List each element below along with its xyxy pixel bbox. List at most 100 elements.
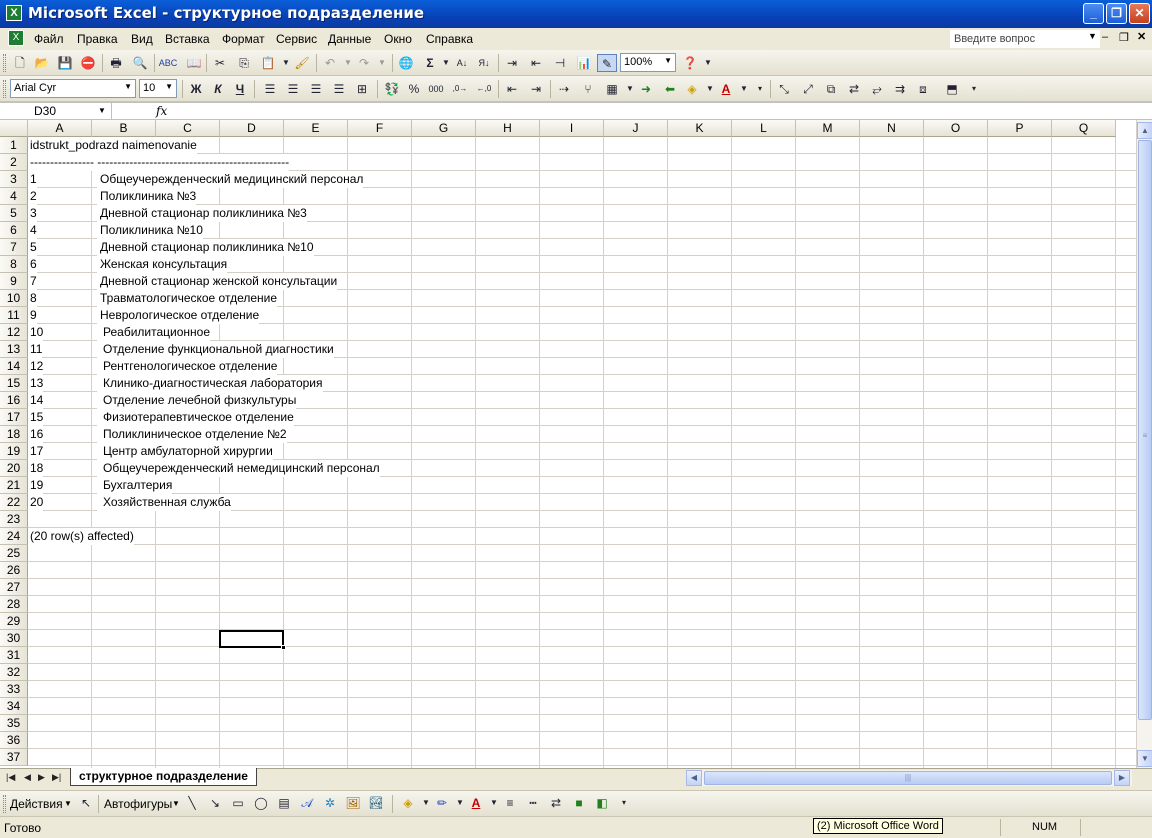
shape-tool-5-icon[interactable]: ⥂ xyxy=(867,80,887,98)
row-header-3[interactable]: 3 xyxy=(0,171,28,188)
print-icon[interactable]: 🖶 xyxy=(106,54,126,72)
align-left-icon[interactable]: ☰ xyxy=(260,80,280,98)
cell-name[interactable]: Рентгенологическое отделение xyxy=(97,358,278,375)
actions-dropdown-icon[interactable]: ▼ xyxy=(64,799,72,808)
row-header-31[interactable]: 31 xyxy=(0,647,28,664)
cell-id[interactable]: 13 xyxy=(28,375,44,392)
autoshapes-dropdown-icon[interactable]: ▼ xyxy=(172,799,180,808)
toolbar-options-2-icon[interactable]: ▾ xyxy=(964,80,984,98)
arrow-tool-icon[interactable]: ↘ xyxy=(205,794,225,812)
align-right-icon[interactable]: ☰ xyxy=(306,80,326,98)
cell-id[interactable]: 15 xyxy=(28,409,44,426)
cell-id[interactable]: 7 xyxy=(28,273,37,290)
copy-icon[interactable]: ⎘ xyxy=(234,54,254,72)
redo-dropdown-icon[interactable]: ▼ xyxy=(372,54,392,72)
prev-sheet-icon[interactable]: ◀ xyxy=(24,772,31,783)
select-all-corner[interactable] xyxy=(0,120,28,137)
column-header-q[interactable]: Q xyxy=(1052,120,1116,137)
cell-name[interactable]: Бухгалтерия xyxy=(97,477,173,494)
help-dropdown-icon[interactable]: ▼ xyxy=(1088,31,1097,41)
row-header-12[interactable]: 12 xyxy=(0,324,28,341)
column-header-p[interactable]: P xyxy=(988,120,1052,137)
align-center-icon[interactable]: ☰ xyxy=(283,80,303,98)
column-header-d[interactable]: D xyxy=(220,120,284,137)
format-painter-icon[interactable]: 🖌 xyxy=(292,54,312,72)
select-objects-icon[interactable]: ↖ xyxy=(76,794,96,812)
cell-id[interactable]: 11 xyxy=(28,341,43,358)
zoom-select[interactable]: 100% ▼ xyxy=(620,53,676,72)
rectangle-tool-icon[interactable]: ▭ xyxy=(228,794,248,812)
column-header-a[interactable]: A xyxy=(28,120,92,137)
cell-id[interactable]: 19 xyxy=(28,477,44,494)
oval-tool-icon[interactable]: ◯ xyxy=(251,794,271,812)
row-header-14[interactable]: 14 xyxy=(0,358,28,375)
row-header-23[interactable]: 23 xyxy=(0,511,28,528)
next-sheet-icon[interactable]: ▶ xyxy=(38,772,45,783)
draw-actions-menu[interactable]: Действия xyxy=(10,797,63,811)
row-header-26[interactable]: 26 xyxy=(0,562,28,579)
cell-name[interactable]: Женская консультация xyxy=(97,256,228,273)
cell-id[interactable]: 2 xyxy=(28,188,37,205)
3d-style-icon[interactable]: ◧ xyxy=(592,794,612,812)
font-name-dropdown-icon[interactable]: ▼ xyxy=(124,82,132,91)
shape-tool-1-icon[interactable]: ⤡ xyxy=(774,80,794,98)
column-header-h[interactable]: H xyxy=(476,120,540,137)
line-style-icon[interactable]: ≡ xyxy=(500,794,520,812)
trace-dependents-icon[interactable]: ⇤ xyxy=(526,54,546,72)
cell-name[interactable]: Центр амбулаторной хирургии xyxy=(97,443,273,460)
doc-minimize-icon[interactable]: ‒ xyxy=(1102,31,1108,43)
cell-name[interactable]: Отделение лечебной физкультуры xyxy=(97,392,297,409)
menu-data[interactable]: Данные xyxy=(328,32,371,46)
row-header-30[interactable]: 30 xyxy=(0,630,28,647)
menu-tools[interactable]: Сервис xyxy=(276,32,317,46)
draw-font-color-icon[interactable]: A xyxy=(466,794,486,812)
bold-button[interactable]: Ж xyxy=(186,80,206,98)
spelling-icon[interactable]: ABC xyxy=(158,54,178,72)
row-header-16[interactable]: 16 xyxy=(0,392,28,409)
row-header-7[interactable]: 7 xyxy=(0,239,28,256)
drawing-options-icon[interactable]: ▾ xyxy=(614,794,634,812)
line-tool-icon[interactable]: ╲ xyxy=(182,794,202,812)
percent-button[interactable]: % xyxy=(404,80,424,98)
row-header-34[interactable]: 34 xyxy=(0,698,28,715)
decrease-decimal-icon[interactable]: ←,0 xyxy=(474,80,494,98)
insert-picture-icon[interactable]: 🏞 xyxy=(366,794,386,812)
justify-icon[interactable]: ☰ xyxy=(329,80,349,98)
toolbar-options-icon[interactable]: ▾ xyxy=(750,80,770,98)
textbox-tool-icon[interactable]: ▤ xyxy=(274,794,294,812)
row-header-25[interactable]: 25 xyxy=(0,545,28,562)
row-header-13[interactable]: 13 xyxy=(0,341,28,358)
row-header-28[interactable]: 28 xyxy=(0,596,28,613)
thousands-button[interactable]: 000 xyxy=(426,80,446,98)
draw-fill-color-icon[interactable]: ◈ xyxy=(398,794,418,812)
toolbar-grip[interactable] xyxy=(3,795,6,813)
row-header-29[interactable]: 29 xyxy=(0,613,28,630)
horizontal-scrollbar[interactable]: ◀ ||| ▶ xyxy=(686,770,1132,786)
dash-style-icon[interactable]: ┅ xyxy=(523,794,543,812)
row-header-8[interactable]: 8 xyxy=(0,256,28,273)
cell-a24[interactable]: (20 row(s) affected) xyxy=(28,528,134,545)
vertical-scrollbar[interactable]: ▲ ≡ ▼ xyxy=(1136,120,1152,770)
help-dropdown-small-icon[interactable]: ▼ xyxy=(698,54,718,72)
cell-name[interactable]: Дневной стационар поликлиника №10 xyxy=(97,239,314,256)
print-preview-icon[interactable]: 🔍 xyxy=(130,54,150,72)
fill-handle[interactable] xyxy=(281,645,286,650)
shape-tool-2-icon[interactable]: ⤢ xyxy=(798,80,818,98)
shape-tool-8-icon[interactable]: ⬒ xyxy=(942,80,962,98)
drawing-toggle-icon[interactable]: ✎ xyxy=(597,54,617,72)
first-sheet-icon[interactable]: |◀ xyxy=(6,772,15,783)
cell-id[interactable]: 3 xyxy=(28,205,37,222)
column-header-o[interactable]: O xyxy=(924,120,988,137)
row-header-20[interactable]: 20 xyxy=(0,460,28,477)
diagram-icon[interactable]: ✲ xyxy=(320,794,340,812)
row-header-22[interactable]: 22 xyxy=(0,494,28,511)
merge-center-icon[interactable]: ⊞ xyxy=(352,80,372,98)
cell-name[interactable]: Дневной стационар женской консультации xyxy=(97,273,338,290)
hyperlink-icon[interactable]: 🌐 xyxy=(396,54,416,72)
sort-descending-icon[interactable]: Я↓ xyxy=(474,54,494,72)
toolbar-grip[interactable] xyxy=(3,80,6,98)
formula-input[interactable] xyxy=(178,104,1138,119)
row-header-11[interactable]: 11 xyxy=(0,307,28,324)
name-box-dropdown-icon[interactable]: ▼ xyxy=(98,106,106,115)
menu-format[interactable]: Формат xyxy=(222,32,265,46)
